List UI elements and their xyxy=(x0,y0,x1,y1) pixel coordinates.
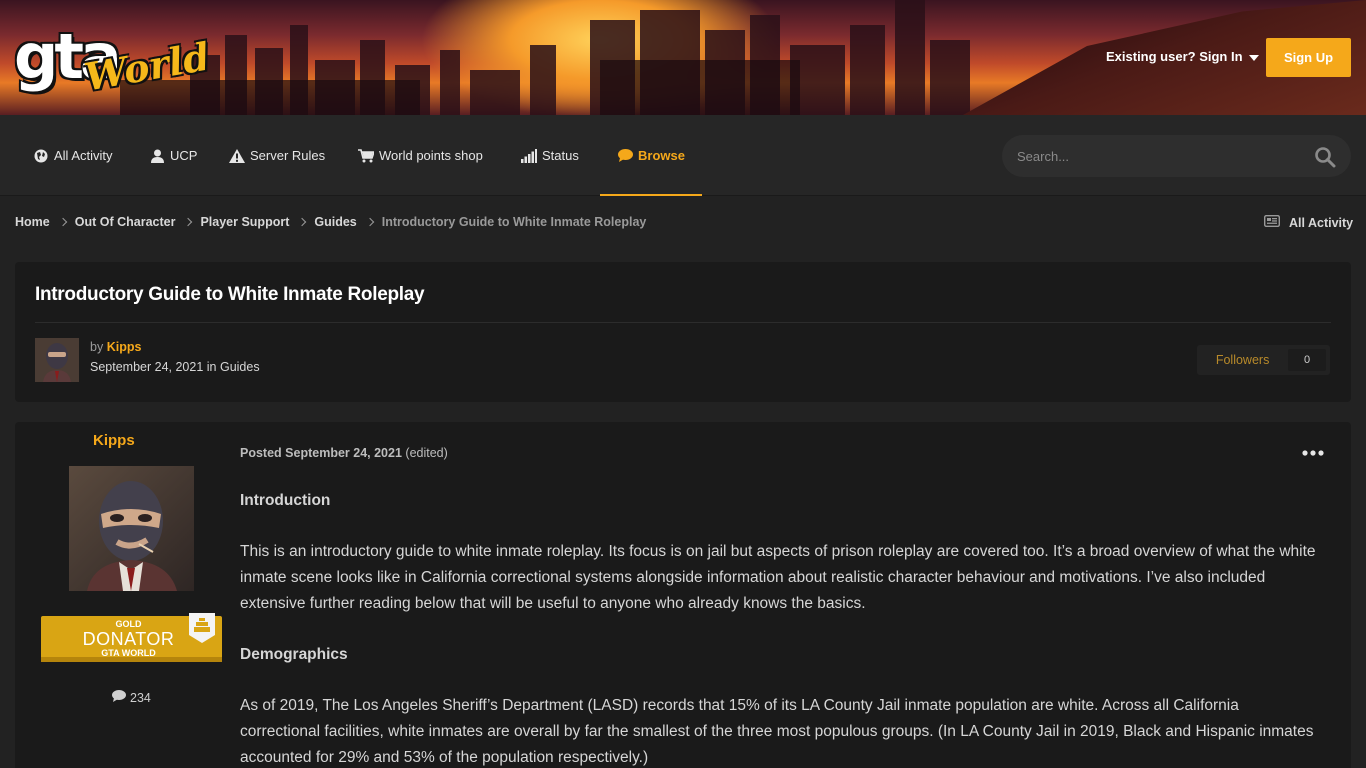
topic-author-link[interactable]: Kipps xyxy=(107,340,142,354)
post-meta: Posted September 24, 2021 (edited) xyxy=(240,446,448,460)
in-word: in xyxy=(206,360,217,374)
all-activity-link[interactable]: All Activity xyxy=(1263,214,1354,230)
warning-icon xyxy=(229,148,245,164)
nav-browse[interactable]: Browse xyxy=(600,115,702,196)
post-date[interactable]: September 24, 2021 xyxy=(285,446,402,460)
comment-icon xyxy=(112,690,126,705)
topic-byline: by Kipps xyxy=(90,340,141,354)
badge-line-donator: DONATOR xyxy=(82,629,175,649)
nav-label: UCP xyxy=(170,148,198,163)
post-heading-demographics: Demographics xyxy=(240,646,348,663)
user-icon xyxy=(149,148,165,164)
nav-label: Status xyxy=(542,148,579,163)
chevron-right-icon xyxy=(58,217,67,227)
cart-icon xyxy=(358,148,374,164)
posted-prefix: Posted xyxy=(240,446,282,460)
search-input[interactable] xyxy=(1002,135,1351,177)
chevron-right-icon xyxy=(184,217,193,227)
post-count-value: 234 xyxy=(130,690,151,705)
post-author-name[interactable]: Kipps xyxy=(93,432,135,449)
followers-label: Followers xyxy=(1215,353,1270,367)
post-body: Introduction This is an introductory gui… xyxy=(240,488,1320,768)
post-count: 234 xyxy=(112,690,151,705)
nav-server-rules[interactable]: Server Rules xyxy=(229,115,325,196)
badge-line-gold: GOLD xyxy=(115,619,142,629)
breadcrumb-out-of-character[interactable]: Out Of Character xyxy=(75,215,176,229)
newspaper-icon xyxy=(1263,214,1281,230)
caret-down-icon xyxy=(1248,54,1259,61)
nav-label: Server Rules xyxy=(250,148,326,163)
breadcrumb-guides[interactable]: Guides xyxy=(314,215,356,229)
avatar[interactable] xyxy=(35,338,79,382)
topic-title: Introductory Guide to White Inmate Rolep… xyxy=(35,284,425,305)
divider xyxy=(35,322,1331,323)
followers-count: 0 xyxy=(1288,349,1326,371)
post-paragraph: This is an introductory guide to white i… xyxy=(240,543,1316,612)
breadcrumb-player-support[interactable]: Player Support xyxy=(200,215,289,229)
nav-world-points-shop[interactable]: World points shop xyxy=(358,115,483,196)
by-prefix: by xyxy=(90,340,104,354)
breadcrumb-home[interactable]: Home xyxy=(15,215,50,229)
nav-label: World points shop xyxy=(379,148,483,163)
site-logo[interactable]: gta World xyxy=(14,22,213,100)
post-heading-introduction: Introduction xyxy=(240,492,331,509)
followers-button[interactable]: Followers 0 xyxy=(1197,345,1330,375)
nav-status[interactable]: Status xyxy=(521,115,579,196)
chevron-right-icon xyxy=(365,217,374,227)
breadcrumb: Home Out Of Character Player Support Gui… xyxy=(15,215,646,229)
edited-label: (edited) xyxy=(405,446,448,460)
breadcrumb-current: Introductory Guide to White Inmate Rolep… xyxy=(381,215,647,229)
topic-header: Introductory Guide to White Inmate Rolep… xyxy=(15,262,1351,402)
nav-ucp[interactable]: UCP xyxy=(149,115,197,196)
signin-label: Existing user? Sign In xyxy=(1106,49,1243,64)
all-activity-label: All Activity xyxy=(1289,215,1354,230)
ellipsis-icon xyxy=(1302,450,1324,456)
chevron-right-icon xyxy=(298,217,307,227)
search-button[interactable] xyxy=(1314,146,1336,168)
nav-all-activity[interactable]: All Activity xyxy=(33,115,113,196)
gold-donator-badge: GOLD DONATOR GTA WORLD xyxy=(41,613,222,662)
badge-line-gta-world: GTA WORLD xyxy=(101,648,156,658)
globe-icon xyxy=(33,148,49,164)
topic-date: September 24, 2021 xyxy=(90,360,204,374)
comment-icon xyxy=(617,148,633,164)
signal-icon xyxy=(521,148,537,164)
nav-label: Browse xyxy=(638,148,685,163)
signin-link[interactable]: Existing user? Sign In xyxy=(1106,49,1259,64)
post-author-avatar[interactable] xyxy=(69,466,194,591)
signup-button[interactable]: Sign Up xyxy=(1266,38,1351,77)
nav-label: All Activity xyxy=(54,148,113,163)
post-options-button[interactable] xyxy=(1302,446,1324,460)
search-icon xyxy=(1315,147,1336,168)
topic-dateline: September 24, 2021 in Guides xyxy=(90,360,260,374)
post-paragraph: As of 2019, The Los Angeles Sheriff’s De… xyxy=(240,697,1314,766)
topic-category-link[interactable]: Guides xyxy=(220,360,260,374)
